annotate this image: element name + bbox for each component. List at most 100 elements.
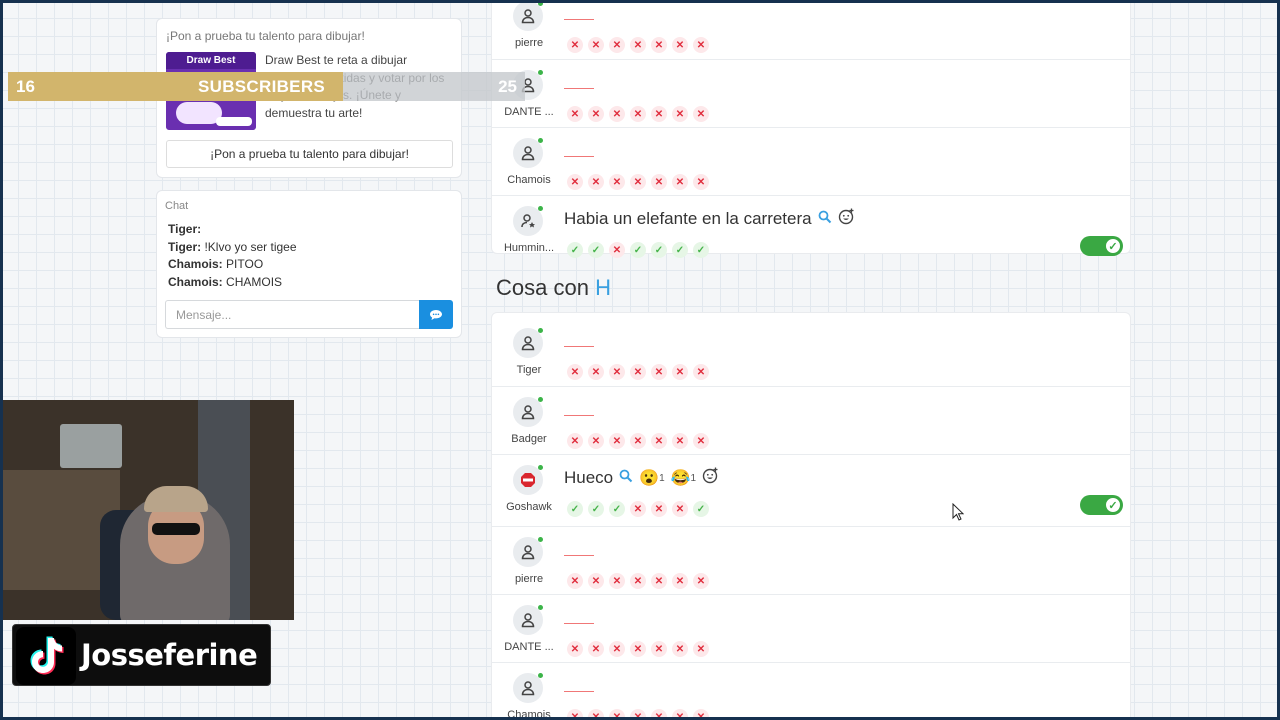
chat-message: Chamois: CHAMOIS xyxy=(168,275,283,290)
cross-icon: ✕ xyxy=(609,242,625,258)
cross-icon: ✕ xyxy=(693,364,709,380)
cross-icon: ✕ xyxy=(672,364,688,380)
subscriber-goal-bar: 16 SUBSCRIBERS 25 xyxy=(8,72,525,101)
cross-icon: ✕ xyxy=(567,709,583,720)
check-icon: ✓ xyxy=(651,242,667,258)
cross-icon: ✕ xyxy=(693,573,709,589)
cross-icon: ✕ xyxy=(672,37,688,53)
reaction-emoji: 😮 xyxy=(639,470,660,487)
player-avatar xyxy=(513,465,543,495)
subscriber-label: SUBSCRIBERS xyxy=(198,77,326,96)
cross-icon: ✕ xyxy=(651,709,667,720)
cross-icon: ✕ xyxy=(630,709,646,720)
cross-icon: ✕ xyxy=(567,641,583,657)
chat-panel: Chat Tiger: Tiger: !Klvo yo ser tigee Ch… xyxy=(156,190,462,338)
subscriber-goal: 25 xyxy=(498,77,517,96)
player-avatar xyxy=(513,397,543,427)
player-avatar xyxy=(513,1,543,31)
cross-icon: ✕ xyxy=(651,174,667,190)
check-icon: ✓ xyxy=(693,242,709,258)
check-icon: ✓ xyxy=(672,242,688,258)
empty-answer-line xyxy=(564,346,594,347)
round-card: Tiger ✕ ✕ ✕ ✕ ✕ ✕ ✕ Badger ✕ ✕ ✕ ✕ ✕ ✕ ✕ Goshawk Hueco 😮… xyxy=(491,312,1131,720)
vote-marks: ✕ ✕ ✕ ✕ ✕ ✕ ✕ xyxy=(567,641,709,657)
cross-icon: ✕ xyxy=(630,37,646,53)
cross-icon: ✕ xyxy=(588,174,604,190)
cross-icon: ✕ xyxy=(588,433,604,449)
cross-icon: ✕ xyxy=(651,641,667,657)
round-card: pierre ✕ ✕ ✕ ✕ ✕ ✕ ✕ DANTE ... ✕ ✕ ✕ ✕ ✕ ✕ ✕ Chamois ✕ ✕… xyxy=(491,0,1131,258)
streamer-handle: Josseferine xyxy=(81,638,258,672)
cross-icon: ✕ xyxy=(651,573,667,589)
cross-icon: ✕ xyxy=(567,364,583,380)
cross-icon: ✕ xyxy=(588,709,604,720)
online-indicator xyxy=(538,1,543,6)
magnifier-icon[interactable] xyxy=(619,468,633,488)
player-name: Badger xyxy=(511,433,547,445)
chat-title: Chat xyxy=(165,200,189,212)
empty-answer-line xyxy=(564,623,594,624)
tiktok-icon xyxy=(16,627,76,685)
player-name: pierre xyxy=(514,37,544,49)
online-indicator xyxy=(538,138,543,143)
cross-icon: ✕ xyxy=(567,174,583,190)
user-icon xyxy=(521,681,535,696)
player-row: pierre ✕ ✕ ✕ ✕ ✕ ✕ ✕ xyxy=(492,0,1130,59)
chat-messages: Tiger: Tiger: !Klvo yo ser tigee Chamois… xyxy=(168,221,297,292)
cross-icon: ✕ xyxy=(609,641,625,657)
vote-marks: ✕ ✕ ✕ ✕ ✕ ✕ ✕ xyxy=(567,364,709,380)
player-avatar xyxy=(513,206,543,236)
promo-image-label: Draw Best xyxy=(166,52,256,69)
vote-marks: ✕ ✕ ✕ ✕ ✕ ✕ ✕ xyxy=(567,106,709,122)
check-icon: ✓ xyxy=(567,501,583,517)
chat-send-button[interactable] xyxy=(419,300,453,329)
player-name: Goshawk xyxy=(506,501,552,513)
cross-icon: ✕ xyxy=(693,174,709,190)
cross-icon: ✕ xyxy=(567,106,583,122)
online-indicator xyxy=(538,465,543,470)
chat-message: Chamois: PITOO xyxy=(168,257,264,272)
reaction-badge[interactable]: 😮 1 xyxy=(639,468,664,488)
category-name: Cosa con xyxy=(496,275,589,300)
player-row: Badger ✕ ✕ ✕ ✕ ✕ ✕ ✕ xyxy=(492,386,1130,454)
online-indicator xyxy=(538,328,543,333)
player-avatar xyxy=(513,605,543,635)
online-indicator xyxy=(538,673,543,678)
chat-message: Tiger: !Klvo yo ser tigee xyxy=(168,239,297,254)
reaction-emoji: 😂 xyxy=(670,470,691,487)
player-row: pierre ✕ ✕ ✕ ✕ ✕ ✕ ✕ xyxy=(492,526,1130,594)
player-avatar xyxy=(513,673,543,703)
cross-icon: ✕ xyxy=(672,174,688,190)
stop-sign-icon xyxy=(521,473,535,487)
cross-icon: ✕ xyxy=(693,709,709,720)
promo-image-tag xyxy=(216,117,252,126)
magnifier-icon[interactable] xyxy=(818,209,832,229)
answer-text: Hueco xyxy=(564,468,614,487)
vote-marks: ✕ ✕ ✕ ✕ ✕ ✕ ✕ xyxy=(567,37,709,53)
reaction-badge[interactable]: 😂 1 xyxy=(671,468,696,488)
cross-icon: ✕ xyxy=(609,364,625,380)
webcam-sign xyxy=(60,424,122,468)
reaction-count: 1 xyxy=(690,472,697,484)
player-row: Chamois ✕ ✕ ✕ ✕ ✕ ✕ ✕ xyxy=(492,662,1130,720)
webcam-glasses xyxy=(152,523,200,535)
mouse-cursor-icon xyxy=(952,503,964,521)
user-star-icon xyxy=(521,214,535,228)
add-reaction-icon[interactable] xyxy=(702,467,719,489)
category-letter: H xyxy=(595,275,611,300)
empty-answer-line xyxy=(564,156,594,157)
reaction-count: 1 xyxy=(659,472,665,484)
cross-icon: ✕ xyxy=(588,37,604,53)
check-icon: ✓ xyxy=(567,242,583,258)
promo-button[interactable]: ¡Pon a prueba tu talento para dibujar! xyxy=(166,140,453,168)
check-icon: ✓ xyxy=(609,501,625,517)
add-reaction-icon[interactable] xyxy=(838,208,855,230)
online-indicator xyxy=(538,537,543,542)
valid-toggle[interactable]: ✓ xyxy=(1080,495,1123,515)
promo-title: ¡Pon a prueba tu talento para dibujar! xyxy=(166,29,365,43)
chat-message-input[interactable] xyxy=(165,300,419,329)
cross-icon: ✕ xyxy=(693,433,709,449)
valid-toggle[interactable]: ✓ xyxy=(1080,236,1123,256)
player-row: Tiger ✕ ✕ ✕ ✕ ✕ ✕ ✕ xyxy=(492,318,1130,386)
cross-icon: ✕ xyxy=(609,573,625,589)
